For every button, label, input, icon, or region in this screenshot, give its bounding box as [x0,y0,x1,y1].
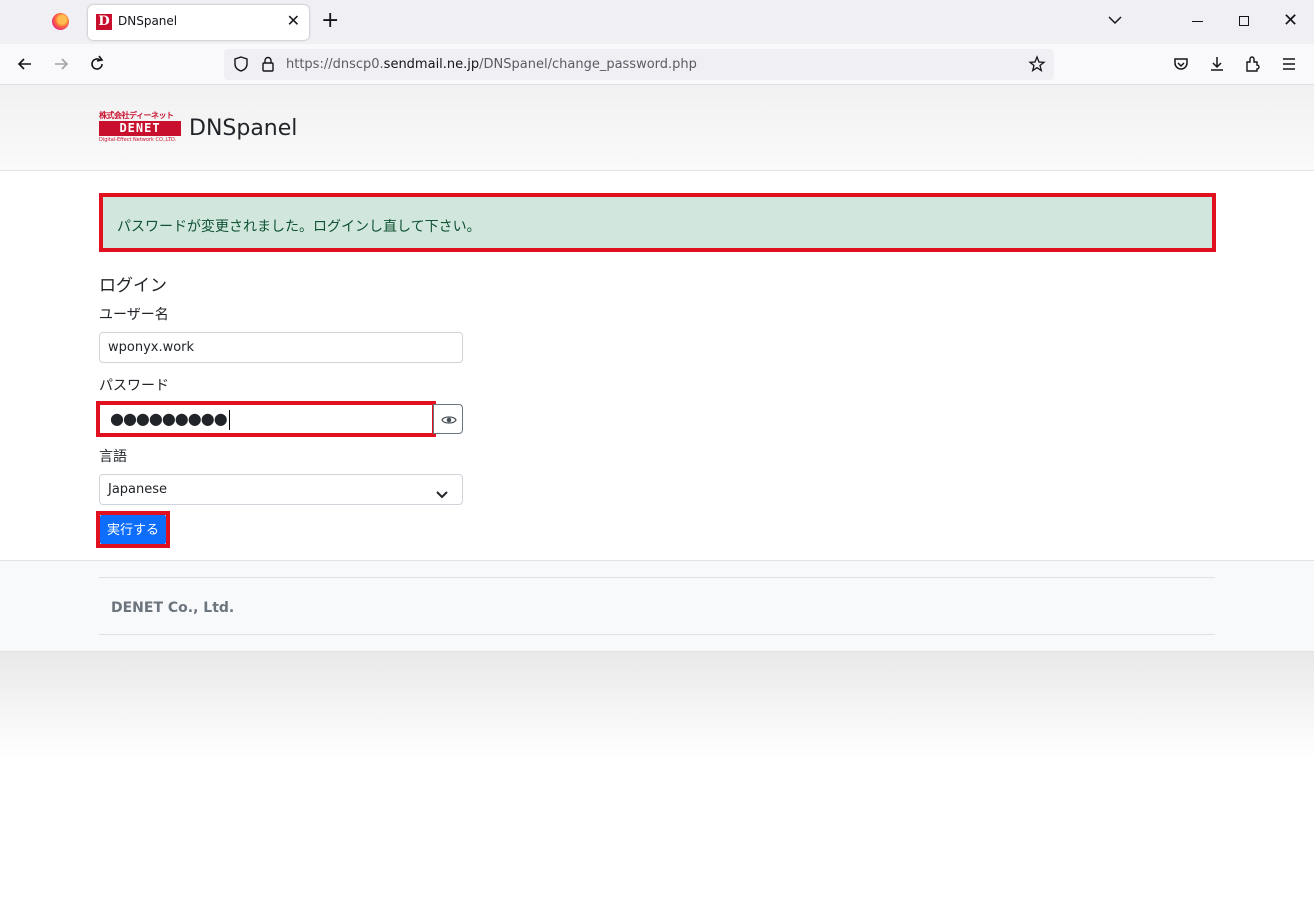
new-tab-button[interactable]: + [321,9,339,33]
lock-icon[interactable] [259,55,277,77]
logo-company-en: Digital-Effect Network CO.,LTD. [99,137,177,143]
username-label: ユーザー名 [99,307,169,323]
footer-divider-top [99,577,1215,578]
language-selected-value: Japanese [108,482,168,497]
site-header: 株式会社ディーネット DENET Digital-Effect Network … [0,85,1314,171]
address-bar[interactable]: https://dnscp0.sendmail.ne.jp/DNSpanel/c… [224,49,1054,80]
language-select[interactable]: Japanese [99,474,463,505]
close-window-button[interactable]: ✕ [1283,11,1298,31]
url-text[interactable]: https://dnscp0.sendmail.ne.jp/DNSpanel/c… [286,57,697,72]
footer-company: DENET Co., Ltd. [111,600,235,616]
chevron-down-icon [436,485,448,504]
pocket-icon[interactable] [1171,54,1191,74]
footer-divider-bottom [99,634,1215,635]
back-arrow-icon[interactable] [15,54,35,74]
text-caret [228,409,230,430]
maximize-window-button[interactable] [1239,16,1249,26]
url-host: sendmail.ne.jp [383,57,480,72]
submit-button[interactable]: 実行する [100,515,166,544]
list-tabs-chevron-icon[interactable] [1106,11,1124,33]
tab-title: DNSpanel [118,14,178,28]
password-input[interactable]: ●●●●●●●●● [96,401,436,437]
reload-icon[interactable] [87,54,107,74]
password-masked-text: ●●●●●●●●● [110,409,228,428]
password-value: ●●●●●●●●● [110,408,230,430]
browser-tab-bar: D DNSpanel ✕ + ✕ [0,0,1314,44]
login-heading: ログイン [99,276,167,296]
eye-icon [441,416,457,424]
logo-company-jp: 株式会社ディーネット [99,111,174,120]
minimize-window-button[interactable] [1192,21,1203,22]
downloads-icon[interactable] [1207,54,1227,74]
password-label: パスワード [99,378,169,394]
alert-message: パスワードが変更されました。ログインし直して下さい。 [117,219,481,235]
bookmark-star-icon[interactable] [1028,55,1046,77]
url-prefix: https://dnscp0. [286,57,384,72]
site-footer: DENET Co., Ltd. [0,560,1314,652]
firefox-icon [52,13,69,30]
tab-dnspanel[interactable]: D DNSpanel ✕ [88,5,309,40]
show-password-button[interactable] [433,404,463,434]
close-tab-icon[interactable]: ✕ [287,11,300,31]
forward-arrow-icon[interactable] [51,54,71,74]
submit-button-highlight: 実行する [96,511,170,548]
extensions-icon[interactable] [1243,54,1263,74]
browser-nav-bar: https://dnscp0.sendmail.ne.jp/DNSpanel/c… [0,44,1314,85]
logo-wordmark: DENET [99,121,181,136]
brand-title[interactable]: DNSpanel [189,116,297,141]
url-path: /DNSpanel/change_password.php [479,57,697,72]
success-alert: パスワードが変更されました。ログインし直して下さい。 [99,193,1216,252]
tracking-protection-shield-icon[interactable] [232,55,250,77]
page-background [0,652,1314,916]
username-input[interactable]: wponyx.work [99,332,463,363]
denet-favicon-icon: D [96,14,112,30]
menu-hamburger-icon[interactable] [1279,54,1299,74]
denet-logo[interactable]: 株式会社ディーネット DENET Digital-Effect Network … [99,110,181,144]
language-label: 言語 [99,449,127,465]
